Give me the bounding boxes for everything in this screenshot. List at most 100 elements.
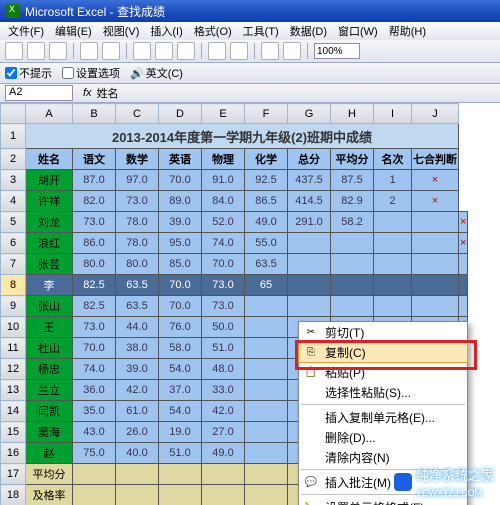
summary-cell[interactable] xyxy=(245,485,288,505)
formula-value[interactable]: 姓名 xyxy=(97,85,500,101)
col-header[interactable]: E xyxy=(202,104,245,124)
data-cell[interactable]: 43.0 xyxy=(73,422,116,443)
data-cell[interactable]: 36.0 xyxy=(73,380,116,401)
menu-item[interactable]: 格式(O) xyxy=(190,22,236,40)
data-cell[interactable]: 42.0 xyxy=(202,401,245,422)
context-menu-item[interactable]: 删除(D)... xyxy=(299,427,467,447)
data-cell[interactable]: 65 xyxy=(245,275,288,296)
data-cell[interactable]: 61.0 xyxy=(116,401,159,422)
data-cell[interactable] xyxy=(374,212,412,233)
data-cell[interactable]: 26.0 xyxy=(116,422,159,443)
data-cell[interactable] xyxy=(412,233,459,254)
context-menu-item[interactable]: ⎘复制(C) xyxy=(298,341,468,363)
name-box[interactable]: A2 xyxy=(5,85,73,101)
judge-cell[interactable]: × xyxy=(459,233,468,254)
judge-cell[interactable]: × xyxy=(459,212,468,233)
data-cell[interactable]: 78.0 xyxy=(116,212,159,233)
data-cell[interactable] xyxy=(245,401,288,422)
student-name[interactable]: 刘龙 xyxy=(26,212,73,233)
data-cell[interactable]: 48.0 xyxy=(202,359,245,380)
data-cell[interactable]: 87.0 xyxy=(73,170,116,191)
student-name[interactable]: 王 xyxy=(26,317,73,338)
menu-item[interactable]: 窗口(W) xyxy=(334,22,382,40)
row-header[interactable]: 8 xyxy=(1,275,26,296)
data-cell[interactable]: 70.0 xyxy=(159,296,202,317)
data-cell[interactable] xyxy=(412,275,459,296)
summary-label[interactable]: 及格率 xyxy=(26,485,73,505)
col-header[interactable]: G xyxy=(288,104,331,124)
judge-cell[interactable]: × xyxy=(412,191,459,212)
data-cell[interactable] xyxy=(245,443,288,464)
judge-cell[interactable] xyxy=(459,254,468,275)
data-cell[interactable]: 44.0 xyxy=(116,317,159,338)
data-cell[interactable]: 54.0 xyxy=(159,401,202,422)
data-cell[interactable] xyxy=(412,296,459,317)
data-cell[interactable] xyxy=(245,422,288,443)
data-cell[interactable] xyxy=(245,296,288,317)
row-header[interactable]: 16 xyxy=(1,443,26,464)
data-cell[interactable]: 437.5 xyxy=(288,170,331,191)
data-cell[interactable] xyxy=(374,275,412,296)
data-cell[interactable]: 75.0 xyxy=(73,443,116,464)
open-icon[interactable] xyxy=(27,42,45,60)
data-cell[interactable]: 73.0 xyxy=(202,275,245,296)
row-header[interactable]: 1 xyxy=(1,124,26,149)
print-icon[interactable] xyxy=(80,42,98,60)
data-cell[interactable]: 86.0 xyxy=(73,233,116,254)
context-menu-item[interactable]: 📋粘贴(P) xyxy=(299,362,467,382)
spreadsheet[interactable]: ABCDEFGHIJ 12013-2014年度第一学期九年级(2)班期中成绩2姓… xyxy=(0,103,500,505)
row-header[interactable]: 3 xyxy=(1,170,26,191)
col-header[interactable]: F xyxy=(245,104,288,124)
data-cell[interactable]: 63.5 xyxy=(116,275,159,296)
data-cell[interactable]: 73.0 xyxy=(73,317,116,338)
data-cell[interactable] xyxy=(288,296,331,317)
data-cell[interactable]: 82.0 xyxy=(73,191,116,212)
data-cell[interactable]: 55.0 xyxy=(245,233,288,254)
data-cell[interactable]: 2 xyxy=(374,191,412,212)
row-header[interactable]: 12 xyxy=(1,359,26,380)
data-cell[interactable] xyxy=(412,254,459,275)
student-name[interactable]: 闫凯 xyxy=(26,401,73,422)
data-cell[interactable]: 85.0 xyxy=(159,254,202,275)
undo-icon[interactable] xyxy=(208,42,226,60)
summary-cell[interactable] xyxy=(73,464,116,485)
summary-cell[interactable] xyxy=(159,485,202,505)
data-cell[interactable]: 73.0 xyxy=(116,191,159,212)
data-cell[interactable]: 38.0 xyxy=(116,338,159,359)
data-cell[interactable] xyxy=(245,380,288,401)
row-header[interactable]: 4 xyxy=(1,191,26,212)
data-cell[interactable]: 39.0 xyxy=(159,212,202,233)
data-cell[interactable]: 86.5 xyxy=(245,191,288,212)
cut-icon[interactable] xyxy=(133,42,151,60)
data-cell[interactable]: 82.5 xyxy=(73,296,116,317)
row-header[interactable]: 17 xyxy=(1,464,26,485)
data-cell[interactable]: 84.0 xyxy=(202,191,245,212)
data-cell[interactable] xyxy=(288,254,331,275)
summary-cell[interactable] xyxy=(159,464,202,485)
menubar[interactable]: 文件(F)编辑(E)视图(V)插入(I)格式(O)工具(T)数据(D)窗口(W)… xyxy=(0,22,500,40)
row-header[interactable]: 7 xyxy=(1,254,26,275)
row-header[interactable]: 13 xyxy=(1,380,26,401)
data-cell[interactable]: 58.2 xyxy=(331,212,374,233)
student-name[interactable]: 许祥 xyxy=(26,191,73,212)
redo-icon[interactable] xyxy=(230,42,248,60)
data-cell[interactable]: 54.0 xyxy=(159,359,202,380)
data-cell[interactable]: 73.0 xyxy=(73,212,116,233)
data-cell[interactable]: 42.0 xyxy=(116,380,159,401)
row-header[interactable]: 15 xyxy=(1,422,26,443)
data-cell[interactable]: 63.5 xyxy=(116,296,159,317)
engcn-checkbox[interactable]: 🔊英文(C) xyxy=(130,65,183,81)
menu-item[interactable]: 文件(F) xyxy=(4,22,48,40)
data-cell[interactable]: 78.0 xyxy=(116,233,159,254)
zoom-box[interactable]: 100% xyxy=(314,43,360,59)
data-cell[interactable]: 92.5 xyxy=(245,170,288,191)
noprompt-checkbox[interactable]: 不提示 xyxy=(5,65,52,81)
copy-icon[interactable] xyxy=(155,42,173,60)
data-cell[interactable] xyxy=(245,359,288,380)
data-cell[interactable]: 76.0 xyxy=(159,317,202,338)
setopt-checkbox[interactable]: 设置选项 xyxy=(62,65,120,81)
data-cell[interactable] xyxy=(331,296,374,317)
data-cell[interactable] xyxy=(374,296,412,317)
col-header[interactable]: J xyxy=(412,104,459,124)
student-name[interactable]: 浪红 xyxy=(26,233,73,254)
